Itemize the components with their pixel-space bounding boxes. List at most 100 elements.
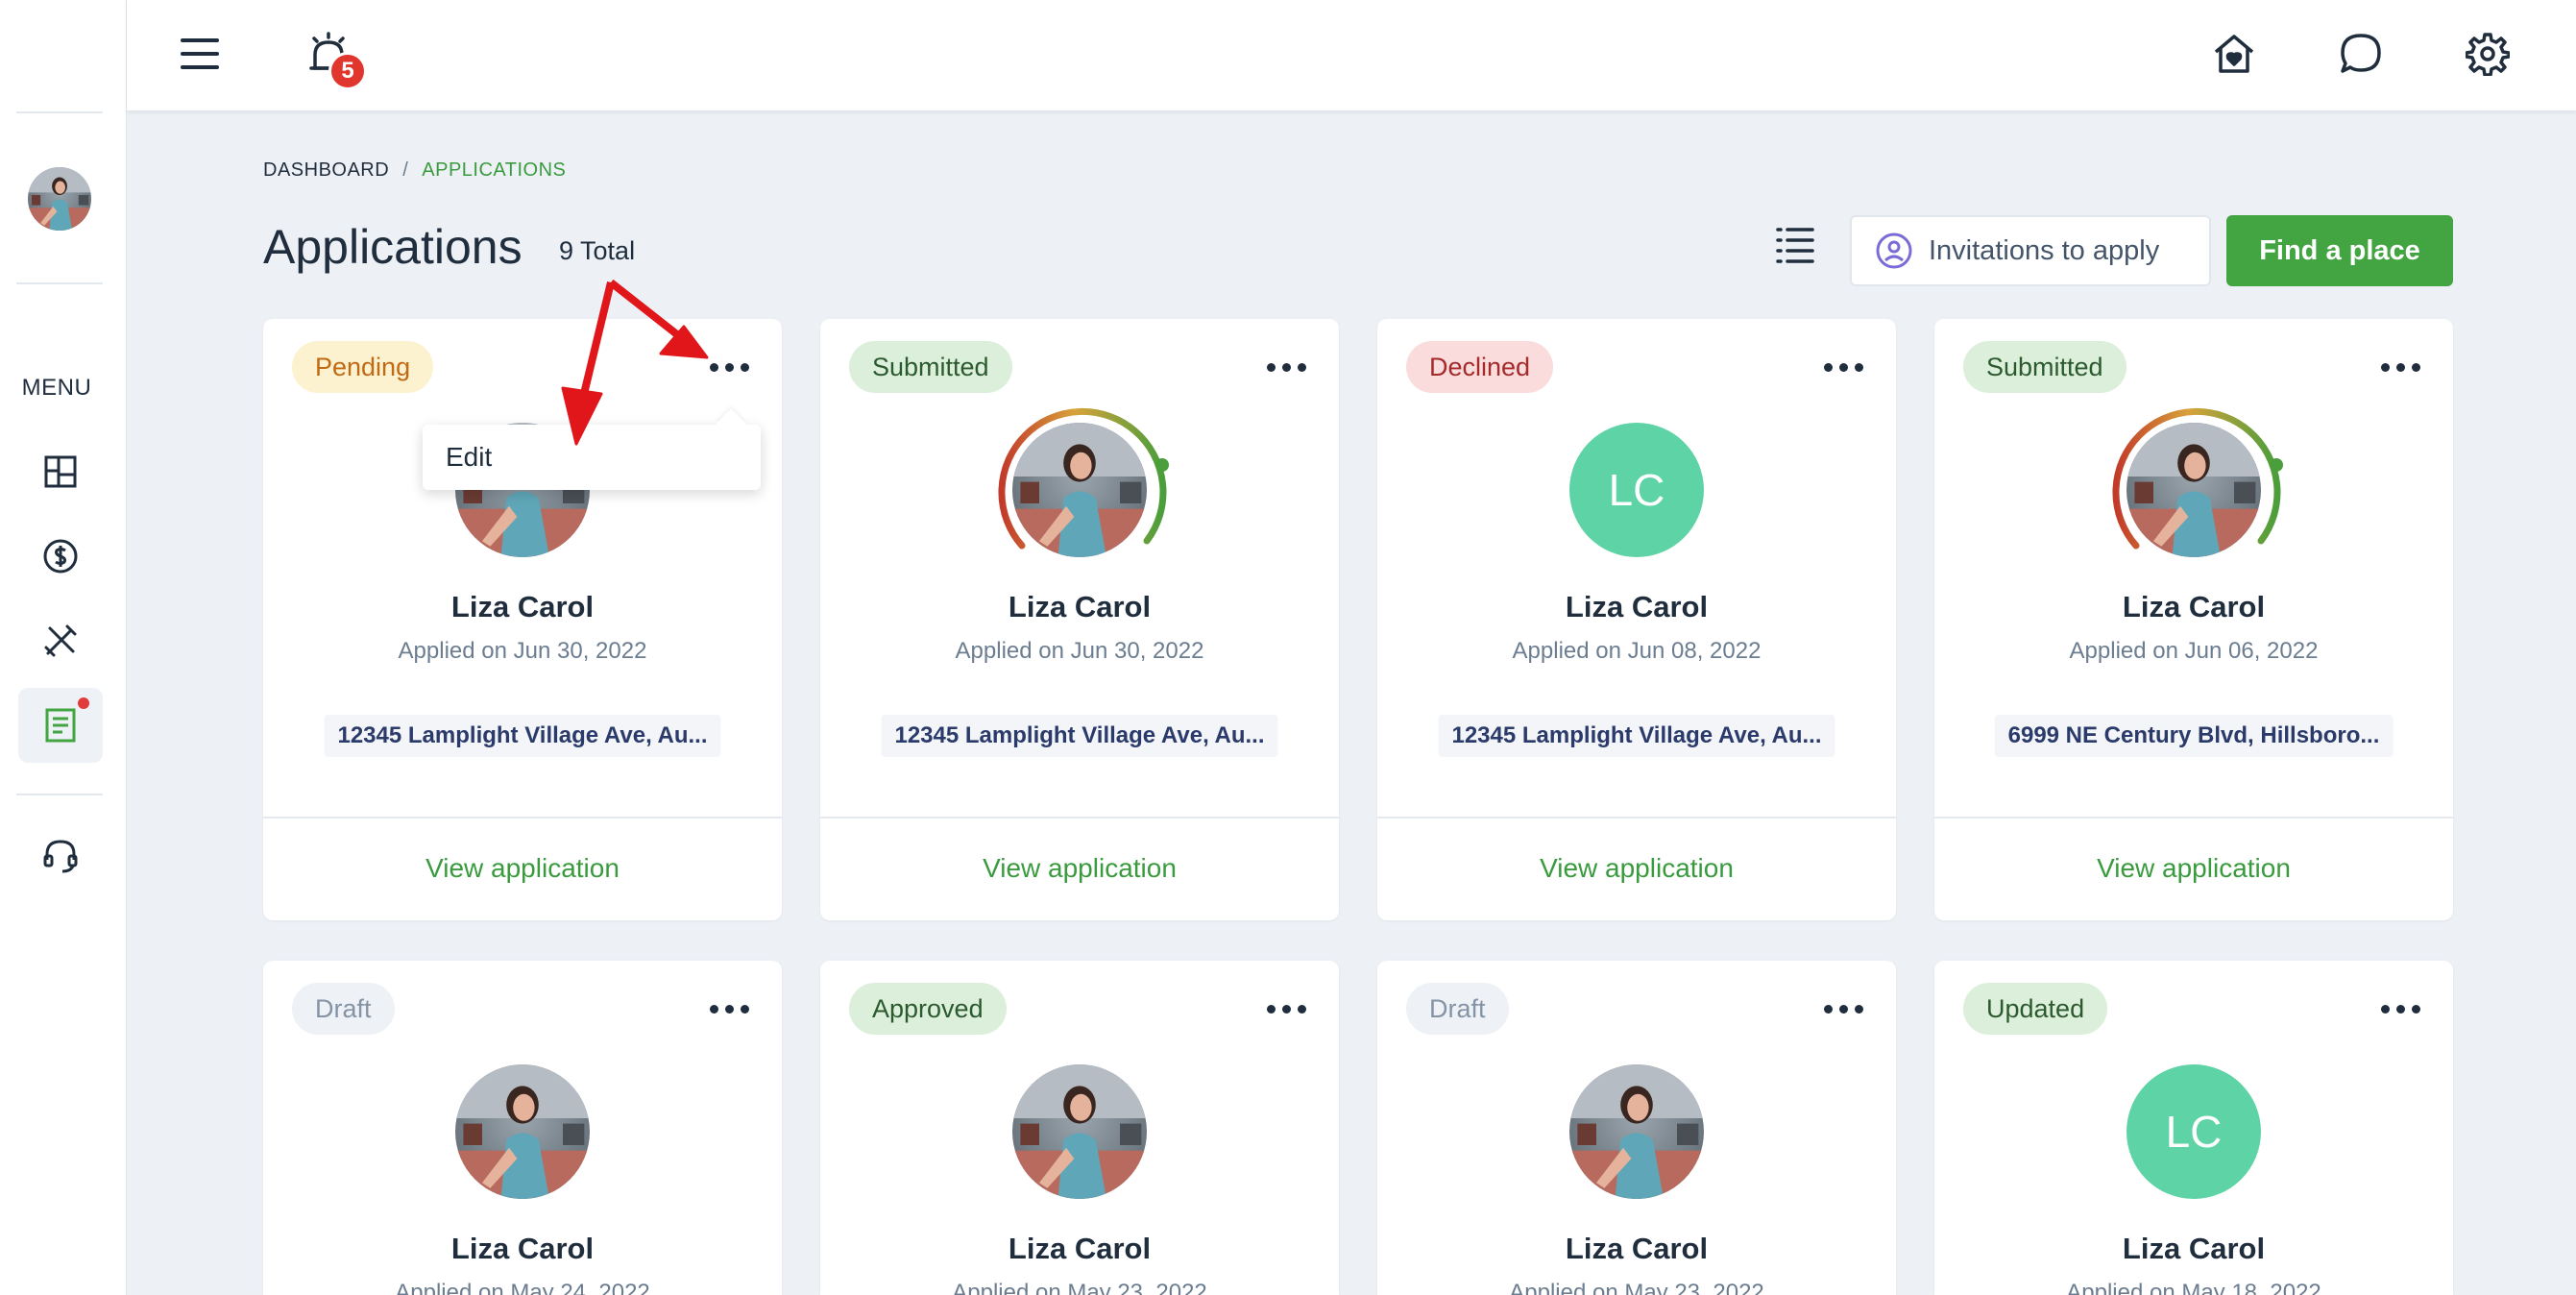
dashboard-icon bbox=[44, 455, 77, 488]
status-badge: Approved bbox=[849, 983, 1007, 1035]
home-button[interactable] bbox=[2205, 25, 2263, 83]
messages-button[interactable] bbox=[2332, 25, 2390, 83]
applicant-initials-avatar: LC bbox=[1569, 423, 1704, 557]
user-circle-icon bbox=[1876, 232, 1912, 269]
more-options-button[interactable] bbox=[1819, 990, 1867, 1028]
property-address: 12345 Lamplight Village Ave, Au... bbox=[324, 715, 721, 757]
notification-count-badge: 5 bbox=[328, 52, 367, 90]
breadcrumb-applications: APPLICATIONS bbox=[422, 159, 567, 181]
chat-bubble-icon bbox=[2341, 34, 2381, 73]
application-card: Draft Liza Carol Applied on May 24, 2022 bbox=[263, 961, 782, 1295]
total-count: 9 Total bbox=[559, 236, 636, 265]
edit-menu-item[interactable]: Edit bbox=[446, 442, 492, 473]
page-title: Applications bbox=[263, 220, 522, 274]
status-badge: Submitted bbox=[1963, 341, 2126, 393]
notification-dot bbox=[78, 697, 89, 709]
applicant-avatar bbox=[1569, 1064, 1704, 1199]
headset-icon bbox=[43, 840, 78, 873]
status-badge: Submitted bbox=[849, 341, 1012, 393]
applicant-avatar bbox=[1012, 423, 1147, 557]
more-options-button[interactable] bbox=[705, 348, 753, 386]
breadcrumb-dashboard[interactable]: DASHBOARD bbox=[263, 159, 389, 182]
application-card: Submitted Liza Carol Applied on Jun 06, … bbox=[1934, 319, 2453, 920]
document-icon bbox=[45, 708, 76, 743]
home-heart-icon bbox=[2214, 35, 2254, 73]
applied-date: Applied on May 18, 2022 bbox=[2066, 1280, 2321, 1295]
invitations-label: Invitations to apply bbox=[1929, 234, 2160, 266]
more-options-button[interactable] bbox=[1262, 990, 1310, 1028]
applied-date: Applied on Jun 30, 2022 bbox=[398, 638, 647, 664]
gear-icon bbox=[2466, 33, 2510, 76]
application-card: Draft Liza Carol Applied on May 23, 2022 bbox=[1377, 961, 1896, 1295]
property-address: 12345 Lamplight Village Ave, Au... bbox=[881, 715, 1278, 757]
card-divider bbox=[820, 817, 1339, 819]
application-card: Approved Liza Carol Applied on May 23, 2… bbox=[820, 961, 1339, 1295]
hamburger-icon bbox=[181, 38, 219, 69]
more-options-button[interactable] bbox=[1819, 348, 1867, 386]
sidebar-item-support[interactable] bbox=[18, 819, 103, 893]
card-divider bbox=[1377, 817, 1896, 819]
dollar-icon bbox=[43, 539, 78, 574]
left-sidebar: MENU bbox=[0, 0, 127, 1295]
user-avatar[interactable] bbox=[28, 167, 91, 231]
more-options-button[interactable] bbox=[705, 990, 753, 1028]
applicant-avatar bbox=[1012, 1064, 1147, 1199]
menu-label: MENU bbox=[21, 375, 92, 401]
list-view-button[interactable] bbox=[1775, 225, 1815, 275]
applicant-name: Liza Carol bbox=[450, 590, 595, 623]
status-badge: Updated bbox=[1963, 983, 2108, 1035]
property-address: 12345 Lamplight Village Ave, Au... bbox=[1438, 715, 1835, 757]
view-application-link[interactable]: View application bbox=[1934, 853, 2453, 884]
sidebar-item-payments[interactable] bbox=[18, 519, 103, 594]
sidebar-divider bbox=[16, 111, 103, 113]
applicant-name: Liza Carol bbox=[1008, 1232, 1152, 1265]
application-card: Declined LC Liza Carol Applied on Jun 08… bbox=[1377, 319, 1896, 920]
menu-toggle-button[interactable] bbox=[171, 25, 229, 83]
applicant-name: Liza Carol bbox=[1565, 1232, 1709, 1265]
list-icon bbox=[1776, 228, 1814, 263]
applicant-avatar bbox=[2126, 423, 2261, 557]
view-application-link[interactable]: View application bbox=[263, 853, 782, 884]
applicant-initials-avatar: LC bbox=[2126, 1064, 2261, 1199]
more-options-button[interactable] bbox=[2376, 348, 2424, 386]
applied-date: Applied on Jun 08, 2022 bbox=[1512, 638, 1762, 664]
card-options-dropdown: Edit bbox=[423, 425, 761, 490]
applied-date: Applied on May 24, 2022 bbox=[395, 1280, 650, 1295]
applied-date: Applied on Jun 06, 2022 bbox=[2069, 638, 2319, 664]
more-options-button[interactable] bbox=[1262, 348, 1310, 386]
tools-icon bbox=[44, 624, 77, 657]
application-card: Submitted Liza Carol Applied on Jun 30, … bbox=[820, 319, 1339, 920]
status-badge: Declined bbox=[1406, 341, 1554, 393]
view-application-link[interactable]: View application bbox=[1377, 853, 1896, 884]
applied-date: Applied on Jun 30, 2022 bbox=[955, 638, 1204, 664]
view-application-link[interactable]: View application bbox=[820, 853, 1339, 884]
breadcrumb: DASHBOARD / APPLICATIONS bbox=[263, 159, 566, 182]
sidebar-item-applications[interactable] bbox=[18, 688, 103, 763]
applicant-name: Liza Carol bbox=[450, 1232, 595, 1265]
sidebar-item-maintenance[interactable] bbox=[18, 603, 103, 678]
applicant-avatar bbox=[455, 1064, 590, 1199]
applied-date: Applied on May 23, 2022 bbox=[1509, 1280, 1764, 1295]
application-card: Pending Liza Carol Applied on Jun 30, 20… bbox=[263, 319, 782, 920]
applicant-name: Liza Carol bbox=[1565, 590, 1709, 623]
top-header: 5 bbox=[127, 0, 2576, 111]
sidebar-divider bbox=[16, 282, 103, 284]
sidebar-divider bbox=[16, 794, 103, 795]
application-card: Updated LC Liza Carol Applied on May 18,… bbox=[1934, 961, 2453, 1295]
applicant-name: Liza Carol bbox=[1008, 590, 1152, 623]
card-divider bbox=[1934, 817, 2453, 819]
status-badge: Draft bbox=[1406, 983, 1509, 1035]
card-divider bbox=[263, 817, 782, 819]
invitations-to-apply-button[interactable]: Invitations to apply bbox=[1850, 215, 2211, 286]
status-badge: Pending bbox=[292, 341, 434, 393]
property-address: 6999 NE Century Blvd, Hillsboro... bbox=[1994, 715, 2394, 757]
find-a-place-button[interactable]: Find a place bbox=[2226, 215, 2453, 286]
applicant-name: Liza Carol bbox=[2122, 1232, 2266, 1265]
status-badge: Draft bbox=[292, 983, 395, 1035]
more-options-button[interactable] bbox=[2376, 990, 2424, 1028]
settings-button[interactable] bbox=[2459, 25, 2516, 83]
sidebar-item-dashboard[interactable] bbox=[18, 434, 103, 509]
applicant-name: Liza Carol bbox=[2122, 590, 2266, 623]
applied-date: Applied on May 23, 2022 bbox=[952, 1280, 1207, 1295]
breadcrumb-separator: / bbox=[402, 159, 409, 181]
